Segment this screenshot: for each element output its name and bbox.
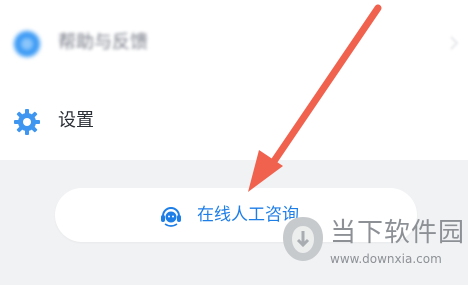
help-feedback-icon xyxy=(14,31,40,57)
menu-item-label: 帮助与反馈 xyxy=(58,32,148,53)
chevron-right-icon xyxy=(450,36,458,50)
watermark-name: 当下软件园 xyxy=(330,218,466,248)
menu-item-label: 设置 xyxy=(58,110,94,131)
menu-card: 帮助与反馈 设置 xyxy=(0,0,468,160)
menu-item-settings[interactable]: 设置 xyxy=(0,94,468,154)
gear-icon xyxy=(14,109,40,135)
menu-item-help-feedback[interactable]: 帮助与反馈 xyxy=(0,16,468,76)
watermark-logo-icon xyxy=(283,217,323,261)
watermark-url: www.downxia.com xyxy=(330,252,442,266)
headset-agent-icon xyxy=(161,207,181,227)
